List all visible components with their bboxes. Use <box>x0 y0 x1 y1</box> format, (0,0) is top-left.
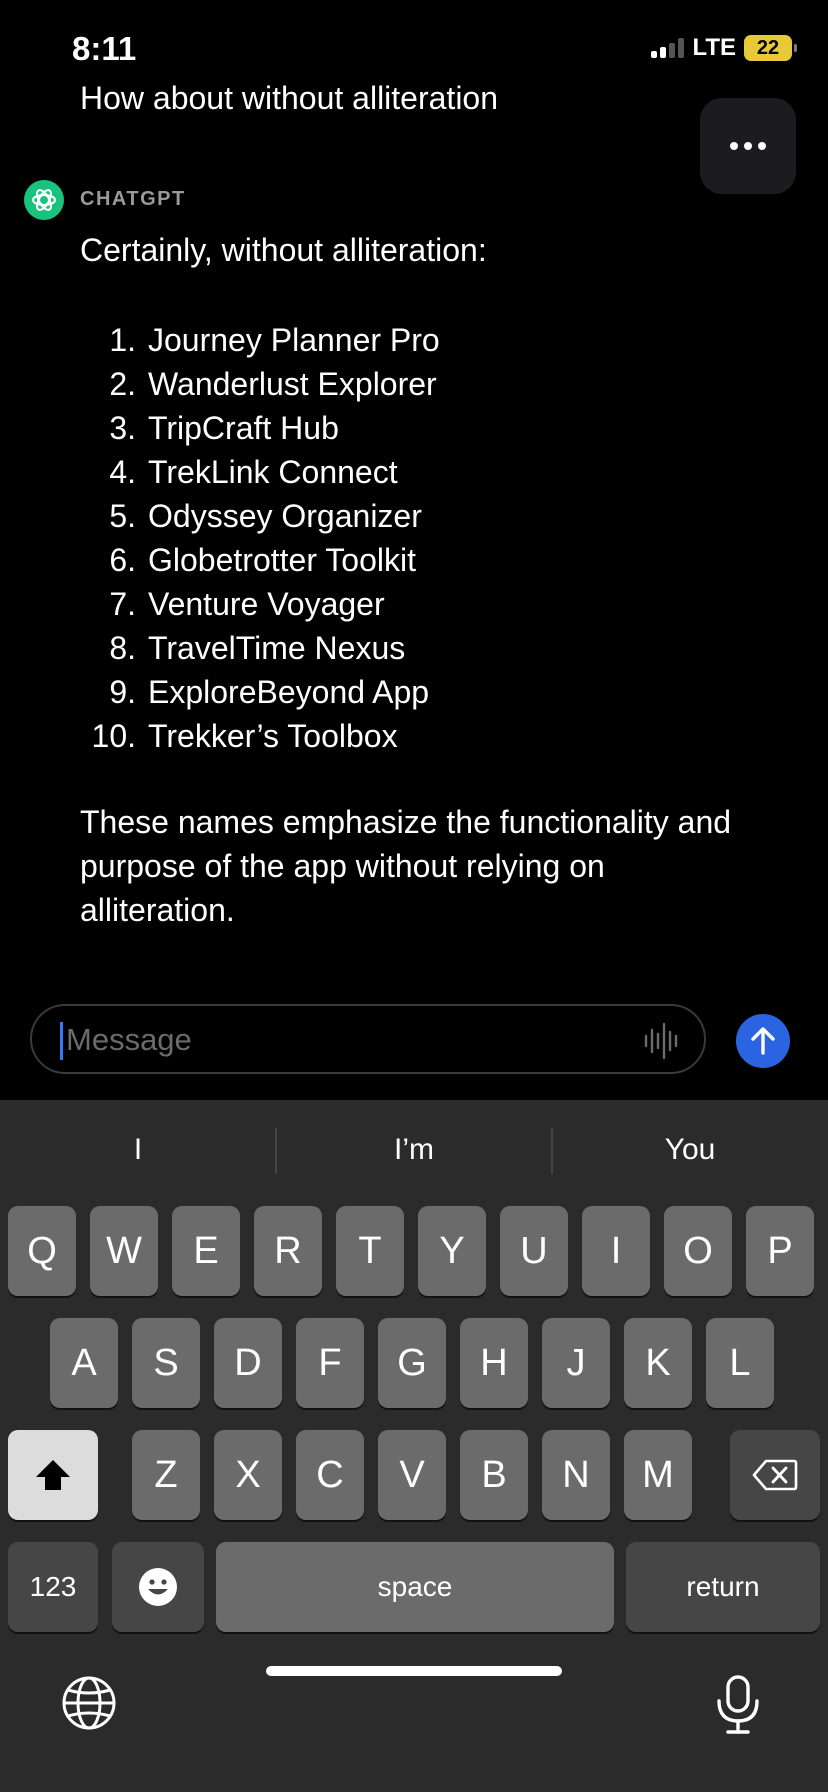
space-key[interactable]: space <box>216 1542 614 1632</box>
key[interactable]: O <box>664 1206 732 1296</box>
key[interactable]: C <box>296 1430 364 1520</box>
list-item: 6. Globetrotter Toolkit <box>80 538 440 582</box>
list-text: TrekLink Connect <box>148 454 398 490</box>
arrow-up-icon <box>751 1027 775 1055</box>
assistant-reply-intro: Certainly, without alliteration: <box>80 232 487 268</box>
backspace-icon <box>752 1459 798 1491</box>
key[interactable]: K <box>624 1318 692 1408</box>
key[interactable]: S <box>132 1318 200 1408</box>
emoji-key[interactable] <box>112 1542 204 1632</box>
list-text: TravelTime Nexus <box>148 630 406 666</box>
list-text: Venture Voyager <box>148 586 385 622</box>
key[interactable]: Z <box>132 1430 200 1520</box>
user-message: How about without alliteration <box>80 80 499 116</box>
message-placeholder: Message <box>66 1022 192 1057</box>
list-text: Globetrotter Toolkit <box>148 542 416 578</box>
more-dot-icon <box>730 142 738 150</box>
key[interactable]: Y <box>418 1206 486 1296</box>
list-number: 8. <box>109 630 136 666</box>
list-text: Trekker’s Toolbox <box>148 718 398 754</box>
key[interactable]: M <box>624 1430 692 1520</box>
key[interactable]: I <box>582 1206 650 1296</box>
name-suggestion-list: 1. Journey Planner Pro 2. Wanderlust Explo… <box>80 318 440 758</box>
list-number: 5. <box>109 498 136 534</box>
key[interactable]: B <box>460 1430 528 1520</box>
microphone-icon[interactable] <box>714 1674 762 1736</box>
list-number: 9. <box>109 674 136 710</box>
chatgpt-logo-icon <box>24 180 64 220</box>
shift-arrow-icon <box>36 1460 70 1490</box>
list-item: 3. TripCraft Hub <box>80 406 440 450</box>
emoji-smiley-icon <box>139 1568 177 1606</box>
list-text: ExploreBeyond App <box>148 674 430 710</box>
list-item: 9. ExploreBeyond App <box>80 670 440 714</box>
list-number: 10. <box>91 718 136 754</box>
key[interactable]: L <box>706 1318 774 1408</box>
key[interactable]: G <box>378 1318 446 1408</box>
key[interactable]: F <box>296 1318 364 1408</box>
list-number: 1. <box>109 322 136 358</box>
list-item: 4. TrekLink Connect <box>80 450 440 494</box>
key[interactable]: T <box>336 1206 404 1296</box>
key[interactable]: A <box>50 1318 118 1408</box>
list-number: 7. <box>109 586 136 622</box>
list-number: 4. <box>109 454 136 490</box>
send-button[interactable] <box>736 1014 790 1068</box>
keyboard: I I’m You Q W E R T Y U I O P A S D F G … <box>0 1100 828 1792</box>
key[interactable]: P <box>746 1206 814 1296</box>
key[interactable]: U <box>500 1206 568 1296</box>
list-item: 5. Odyssey Organizer <box>80 494 440 538</box>
list-item: 8. TravelTime Nexus <box>80 626 440 670</box>
more-dot-icon <box>758 142 766 150</box>
network-type: LTE <box>692 34 736 61</box>
list-item: 2. Wanderlust Explorer <box>80 362 440 406</box>
key[interactable]: V <box>378 1430 446 1520</box>
key[interactable]: N <box>542 1430 610 1520</box>
key[interactable]: H <box>460 1318 528 1408</box>
list-item: 1. Journey Planner Pro <box>80 318 440 362</box>
assistant-reply-outro: These names emphasize the functionality … <box>80 804 732 928</box>
status-indicators: LTE 22 <box>651 34 797 62</box>
list-text: Odyssey Organizer <box>148 498 422 534</box>
more-options-button[interactable] <box>700 98 796 194</box>
message-input[interactable]: Message <box>30 1004 706 1074</box>
status-time: 8:11 <box>72 30 137 67</box>
list-text: TripCraft Hub <box>148 410 339 446</box>
cellular-signal-icon <box>651 38 685 58</box>
list-number: 3. <box>109 410 136 446</box>
key[interactable]: E <box>172 1206 240 1296</box>
more-dot-icon <box>744 142 752 150</box>
key[interactable]: J <box>542 1318 610 1408</box>
suggestion-item[interactable]: I’m <box>276 1100 552 1200</box>
home-indicator[interactable] <box>266 1666 562 1676</box>
list-item: 7. Venture Voyager <box>80 582 440 626</box>
suggestion-item[interactable]: You <box>552 1100 828 1200</box>
list-number: 2. <box>109 366 136 402</box>
list-number: 6. <box>109 542 136 578</box>
delete-key[interactable] <box>730 1430 820 1520</box>
globe-icon[interactable] <box>60 1674 118 1732</box>
suggestion-item[interactable]: I <box>0 1100 276 1200</box>
voice-waveform-icon[interactable] <box>642 1022 682 1060</box>
battery-icon: 22 <box>744 35 797 61</box>
list-item: 10. Trekker’s Toolbox <box>80 714 440 758</box>
list-text: Journey Planner Pro <box>148 322 440 358</box>
key[interactable]: D <box>214 1318 282 1408</box>
key[interactable]: X <box>214 1430 282 1520</box>
battery-level: 22 <box>756 36 780 59</box>
return-key[interactable]: return <box>626 1542 820 1632</box>
numbers-key[interactable]: 123 <box>8 1542 98 1632</box>
shift-key[interactable] <box>8 1430 98 1520</box>
key[interactable]: Q <box>8 1206 76 1296</box>
key[interactable]: R <box>254 1206 322 1296</box>
key[interactable]: W <box>90 1206 158 1296</box>
text-caret <box>60 1022 63 1060</box>
assistant-name: CHATGPT <box>80 188 186 210</box>
list-text: Wanderlust Explorer <box>148 366 437 402</box>
